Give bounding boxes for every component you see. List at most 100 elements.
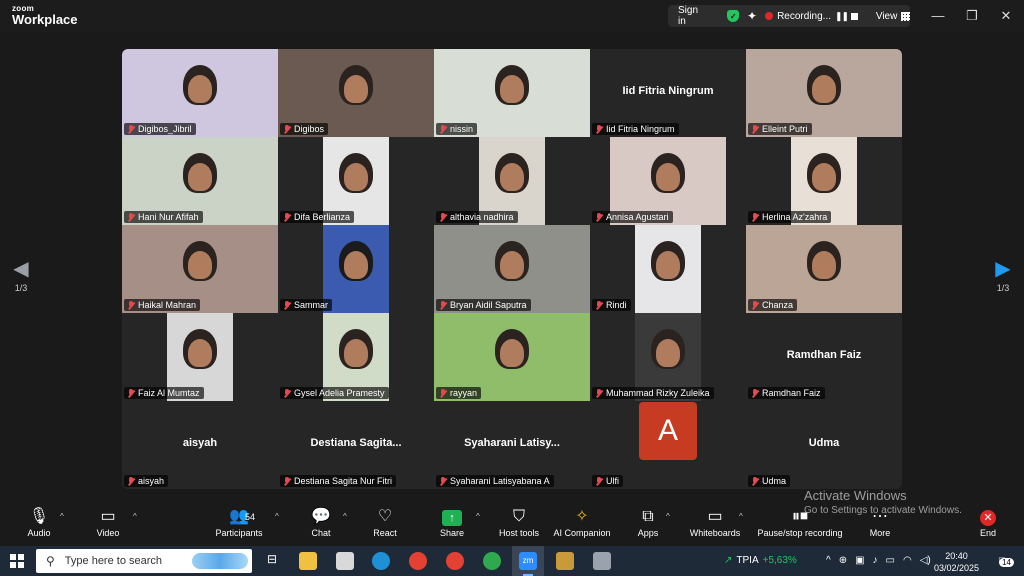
microphone-tray-icon[interactable]: ♪ <box>873 555 878 566</box>
participant-tile[interactable]: althavia nadhira <box>434 137 590 225</box>
participant-face <box>656 251 680 279</box>
show-hidden-icons-chevron-icon[interactable]: ^ <box>826 555 831 566</box>
participant-tile[interactable]: Herlina Az'zahra <box>746 137 902 225</box>
whiteboards-options-chevron-icon[interactable]: ^ <box>739 512 743 521</box>
host-tools-button[interactable]: ⛉ Host tools <box>487 506 551 538</box>
participant-tile[interactable]: Iid Fitria Ningrum Iid Fitria Ningrum <box>590 49 746 137</box>
participant-tile[interactable]: aisyah aisyah <box>122 401 278 489</box>
share-button[interactable]: ↑ Share <box>420 506 484 538</box>
mic-muted-icon <box>283 300 291 310</box>
participant-tile[interactable]: rayyan <box>434 313 590 401</box>
participant-tile[interactable]: Udma Udma <box>746 401 902 489</box>
apps-button[interactable]: ⧉ Apps <box>616 506 680 538</box>
participant-tile[interactable]: Rindi <box>590 225 746 313</box>
zoom-taskbar-button[interactable]: zm <box>512 546 544 576</box>
view-button[interactable]: View <box>876 11 898 22</box>
edge-browser-icon[interactable] <box>372 552 390 570</box>
end-label: End <box>979 528 996 538</box>
participant-tile[interactable]: Digibos <box>278 49 434 137</box>
participant-name: Hani Nur Afifah <box>138 212 199 222</box>
wifi-icon[interactable]: ◠ <box>903 555 912 566</box>
stop-recording-icon[interactable] <box>851 12 858 20</box>
share-options-chevron-icon[interactable]: ^ <box>476 512 480 521</box>
page-indicator-left: 1/3 <box>14 283 28 293</box>
app-window-icon[interactable] <box>593 552 611 570</box>
recording-indicator[interactable]: Recording... <box>765 11 831 22</box>
chevron-right-icon: ▶ <box>995 258 1011 280</box>
participant-tile[interactable]: Syaharani Latisy... Syaharani Latisyabana… <box>434 401 590 489</box>
whiteboards-button[interactable]: ▭ Whiteboards <box>683 506 747 538</box>
video-options-chevron-icon[interactable]: ^ <box>133 512 137 521</box>
store-icon[interactable] <box>336 552 354 570</box>
task-view-icon[interactable]: ⊟ <box>263 552 281 570</box>
meet-now-icon[interactable]: ⊕ <box>839 555 847 566</box>
search-placeholder: Type here to search <box>64 555 163 567</box>
notification-center-button[interactable]: ▭ 14 <box>992 554 1014 568</box>
participant-tile[interactable]: Difa Berlianza <box>278 137 434 225</box>
pause-recording-icon[interactable]: ❚❚ <box>835 11 849 22</box>
next-page-button[interactable]: ▶ 1/3 <box>988 256 1018 293</box>
encryption-shield-icon[interactable]: ✓ <box>727 10 740 22</box>
participant-tile[interactable]: Muhammad Rizky Zuleika <box>590 313 746 401</box>
chat-button[interactable]: 💬 Chat <box>289 506 353 538</box>
participant-tile[interactable]: Elleint Putri <box>746 49 902 137</box>
participant-tile[interactable]: Destiana Sagita... Destiana Sagita Nur Fi… <box>278 401 434 489</box>
restore-button[interactable]: ❐ <box>962 6 982 26</box>
participant-display-name: Syaharani Latisy... <box>464 437 560 449</box>
taskbar-clock[interactable]: 20:40 03/02/2025 <box>934 550 979 574</box>
participant-face <box>344 339 368 367</box>
ai-companion-button[interactable]: ✧ AI Companion <box>550 506 614 538</box>
mic-muted-icon <box>751 300 759 310</box>
recording-label: Recording... <box>777 10 831 22</box>
participant-tile[interactable]: Annisa Agustari <box>590 137 746 225</box>
participant-name: Digibos_Jibril <box>138 124 192 134</box>
zoom-app-icon: zm <box>519 552 537 570</box>
participant-name: Ulfi <box>606 476 619 486</box>
taskbar-search[interactable]: ⚲ Type here to search <box>36 549 252 573</box>
video-button[interactable]: ▭ Video <box>76 506 140 538</box>
chrome-icon-2[interactable] <box>446 552 464 570</box>
minimize-button[interactable]: — <box>928 6 948 26</box>
react-button[interactable]: ♡ React <box>353 506 417 538</box>
apps-options-chevron-icon[interactable]: ^ <box>666 512 670 521</box>
ai-companion-sparkle-icon[interactable]: ✦ <box>747 9 757 23</box>
participant-tile[interactable]: A Ulfi <box>590 401 746 489</box>
participant-tile[interactable]: Haikal Mahran <box>122 225 278 313</box>
participant-tile[interactable]: Sammar <box>278 225 434 313</box>
battery-icon[interactable]: ▭ <box>886 555 895 566</box>
participant-tile[interactable]: Digibos_Jibril <box>122 49 278 137</box>
participant-name: Sammar <box>294 300 329 310</box>
participant-tile[interactable]: Bryan Aidil Saputra <box>434 225 590 313</box>
participant-tile[interactable]: Hani Nur Afifah <box>122 137 278 225</box>
recording-dot-icon <box>765 12 774 20</box>
grid-view-icon[interactable] <box>901 11 911 21</box>
windows-start-icon[interactable] <box>10 554 24 568</box>
mic-muted-icon <box>751 388 759 398</box>
more-label: More <box>869 528 891 538</box>
stock-ticker-widget[interactable]: ↗ TPIA +5,63% <box>724 555 797 566</box>
participants-options-chevron-icon[interactable]: ^ <box>275 512 279 521</box>
volume-icon[interactable]: ◁) <box>920 555 931 566</box>
participant-tile[interactable]: Gysel Adelia Pramesty <box>278 313 434 401</box>
signin-button[interactable]: Sign in <box>678 5 707 27</box>
participant-tile[interactable]: Faiz Al Mumtaz <box>122 313 278 401</box>
camera-icon[interactable]: ▣ <box>855 555 864 566</box>
participant-tile[interactable]: Chanza <box>746 225 902 313</box>
participants-button[interactable]: 👥 54 Participants <box>207 506 271 538</box>
file-explorer-icon[interactable] <box>299 552 317 570</box>
settings-gear-icon[interactable] <box>556 552 574 570</box>
participant-name-tag: Destiana Sagita Nur Fitri <box>280 475 397 487</box>
whiteboard-icon: ▭ <box>707 508 723 525</box>
chrome-icon-1[interactable] <box>409 552 427 570</box>
previous-page-button[interactable]: ◀ 1/3 <box>6 256 36 293</box>
audio-button[interactable]: 🎙 Audio <box>7 506 71 538</box>
mic-muted-icon <box>439 476 447 486</box>
participant-tile[interactable]: nissin <box>434 49 590 137</box>
end-meeting-button[interactable]: ✕ End <box>956 506 1020 538</box>
chat-options-chevron-icon[interactable]: ^ <box>343 512 347 521</box>
chrome-icon-3[interactable] <box>483 552 501 570</box>
mic-muted-icon <box>751 124 759 134</box>
audio-options-chevron-icon[interactable]: ^ <box>60 512 64 521</box>
close-window-button[interactable]: ✕ <box>996 6 1016 26</box>
participant-tile[interactable]: Ramdhan Faiz Ramdhan Faiz <box>746 313 902 401</box>
